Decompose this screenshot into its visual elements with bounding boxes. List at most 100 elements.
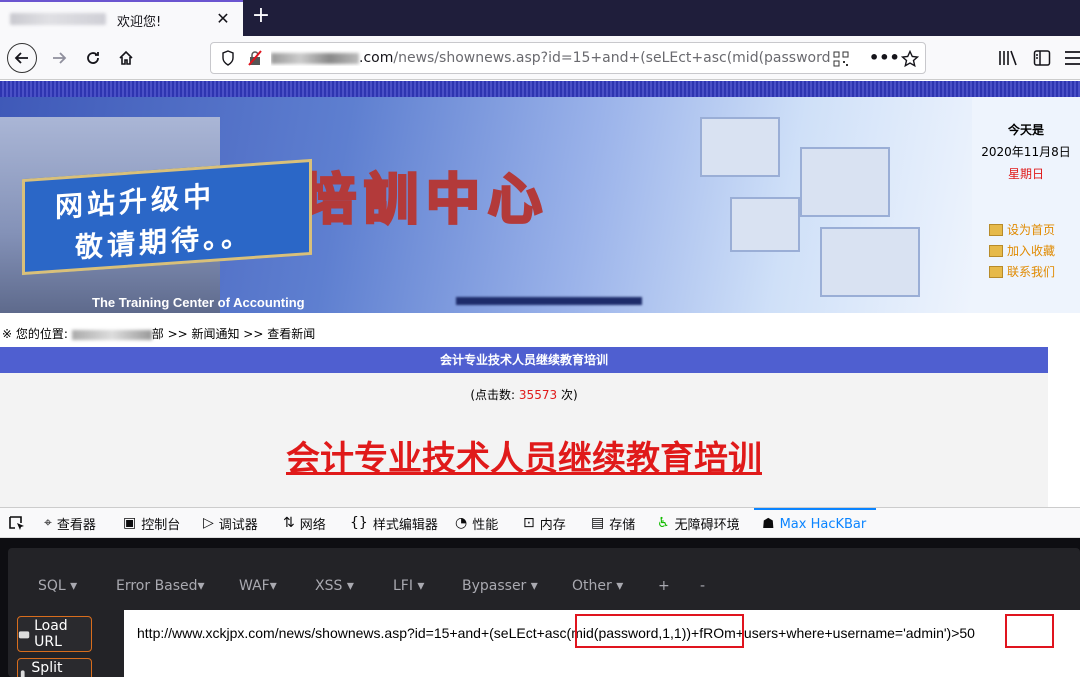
back-button[interactable] xyxy=(7,43,37,73)
date-sidebar: 今天是 2020年11月8日 星期日 设为首页 加入收藏 联系我们 xyxy=(972,97,1080,313)
devtools-tab-storage[interactable]: ▤ 存储 xyxy=(591,508,635,538)
devtools-tab-label: 性能 xyxy=(472,517,499,533)
breadcrumb-blurred xyxy=(71,329,152,340)
set-homepage-label: 设为首页 xyxy=(1007,223,1056,237)
top-stripe xyxy=(0,81,1080,97)
style-editor-icon: {} xyxy=(350,515,368,531)
devtools-tab-label: 样式编辑器 xyxy=(372,517,438,533)
home-page-icon xyxy=(989,223,1003,236)
contact-us-link[interactable]: 联系我们 xyxy=(989,263,1055,280)
home-button[interactable] xyxy=(111,43,141,73)
web-page: 会計培訓中心 网站升级中 敬请期待。。 The Training Center … xyxy=(0,81,1080,507)
performance-icon: ◔ xyxy=(455,515,468,531)
current-weekday: 星期日 xyxy=(1007,167,1044,181)
devtools-tab-accessibility[interactable]: ♿ 无障碍环境 xyxy=(657,508,740,538)
site-banner: 会計培訓中心 网站升级中 敬请期待。。 The Training Center … xyxy=(0,97,972,313)
click-count-value: 35573 xyxy=(518,388,558,402)
devtools-tab-style-editor[interactable]: {} 样式编辑器 xyxy=(350,508,438,538)
set-homepage-link[interactable]: 设为首页 xyxy=(989,221,1055,238)
menu-bypasser[interactable]: Bypasser ▾ xyxy=(462,578,538,594)
computer-image xyxy=(800,147,890,217)
qr-code-icon[interactable] xyxy=(833,51,849,67)
folder-icon xyxy=(989,244,1003,257)
back-arrow-icon xyxy=(14,52,28,64)
forward-button[interactable] xyxy=(44,43,74,73)
tab-title: 欢迎您! xyxy=(117,15,162,30)
app-menu-icon[interactable] xyxy=(1064,49,1080,67)
add-favorite-link[interactable]: 加入收藏 xyxy=(989,242,1055,259)
devtools-tab-label: 无障碍环境 xyxy=(674,517,740,533)
breadcrumb-prefix: ※ 您的位置: xyxy=(2,327,68,341)
click-count-prefix: (点击数: xyxy=(470,388,516,402)
reload-icon xyxy=(87,52,99,64)
add-favorite-label: 加入收藏 xyxy=(1007,244,1056,258)
devtools-tab-label: 内存 xyxy=(539,517,566,533)
click-count: (点击数: 35573 次) xyxy=(0,386,1048,403)
page-actions-menu-icon[interactable]: ••• xyxy=(869,48,900,67)
devtools-tab-label: 调试器 xyxy=(218,517,258,533)
load-icon xyxy=(18,631,30,639)
memory-icon: ⊡ xyxy=(523,515,535,531)
contact-icon xyxy=(989,265,1003,278)
menu-other[interactable]: Other ▾ xyxy=(572,578,623,594)
hackbar-url-input[interactable]: http://www.xckjpx.com/news/shownews.asp?… xyxy=(124,610,1080,677)
devtools-tab-performance[interactable]: ◔ 性能 xyxy=(455,508,498,538)
devtools-tab-network[interactable]: ⇅ 网络 xyxy=(283,508,326,538)
hackbar-panel: SQL ▾ Error Based▾ WAF▾ XSS ▾ LFI ▾ Bypa… xyxy=(0,538,1080,677)
devtools-tab-debugger[interactable]: ▷ 调试器 xyxy=(203,508,258,538)
devtools-tab-hackbar[interactable]: ☗ Max HacKBar xyxy=(754,508,876,538)
devtools-toolbar: ⌖ 查看器 ▣ 控制台 ▷ 调试器 ⇅ 网络 {} 样式编辑器 ◔ 性能 ⊡ 内存 ▤ 存储 ♿… xyxy=(0,507,1080,538)
accessibility-icon: ♿ xyxy=(657,515,670,531)
bookmark-star-icon[interactable] xyxy=(901,50,919,68)
split-icon xyxy=(20,670,25,677)
menu-waf[interactable]: WAF▾ xyxy=(239,578,277,594)
devtools-tab-memory[interactable]: ⊡ 内存 xyxy=(523,508,566,538)
contact-us-label: 联系我们 xyxy=(1007,265,1056,279)
url-text: .com/news/shownews.asp?id=15+and+(seLEct… xyxy=(271,50,841,66)
menu-add[interactable]: + xyxy=(658,578,670,594)
devtools-tab-label: 查看器 xyxy=(56,517,96,533)
url-domain-suffix: .com xyxy=(359,50,394,66)
forward-arrow-icon xyxy=(53,52,67,64)
home-icon xyxy=(119,50,133,65)
tab-favicon-blurred xyxy=(10,13,106,25)
element-picker-icon[interactable] xyxy=(8,515,26,531)
console-icon: ▣ xyxy=(123,515,137,531)
devtools-tab-label: 网络 xyxy=(299,517,326,533)
navigation-toolbar: .com/news/shownews.asp?id=15+and+(seLEct… xyxy=(0,36,1080,80)
menu-lfi[interactable]: LFI ▾ xyxy=(393,578,424,594)
library-icon[interactable] xyxy=(998,50,1018,66)
split-url-button[interactable]: Split URL xyxy=(17,658,92,677)
new-tab-button[interactable]: + xyxy=(250,3,272,28)
menu-sql[interactable]: SQL ▾ xyxy=(38,578,77,594)
breadcrumb-path: 部 >> 新闻通知 >> 查看新闻 xyxy=(151,327,316,341)
upgrade-notice-scroll: 网站升级中 敬请期待。。 xyxy=(22,158,312,276)
hackbar-url-value: http://www.xckjpx.com/news/shownews.asp?… xyxy=(137,625,975,641)
menu-remove[interactable]: - xyxy=(700,578,705,594)
reload-button[interactable] xyxy=(78,43,108,73)
insecure-lock-icon[interactable] xyxy=(247,50,263,66)
hackbar-icon: ☗ xyxy=(762,516,775,532)
network-icon: ⇅ xyxy=(283,515,295,531)
menu-xss[interactable]: XSS ▾ xyxy=(315,578,354,594)
shield-icon[interactable] xyxy=(221,50,235,66)
tab-strip: 欢迎您! ✕ + xyxy=(0,0,1080,36)
load-url-label: Load URL xyxy=(34,618,68,650)
storage-icon: ▤ xyxy=(591,515,605,531)
devtools-tab-label: 存储 xyxy=(609,517,636,533)
url-path: /news/shownews.asp?id=15+and+(seLEct+asc… xyxy=(393,50,831,66)
devtools-tab-inspector[interactable]: ⌖ 查看器 xyxy=(44,508,96,538)
sidebar-toggle-icon[interactable] xyxy=(1033,49,1051,67)
banner-blurred-text xyxy=(456,297,642,305)
browser-tab[interactable]: 欢迎您! ✕ xyxy=(0,0,243,36)
devtools-tab-label: 控制台 xyxy=(141,517,181,533)
banner-subtitle: The Training Center of Accounting xyxy=(92,295,305,310)
article-box: 会计专业技术人员继续教育培训 (点击数: 35573 次) 会计专业技术人员继续… xyxy=(0,347,1048,507)
tab-close-icon[interactable]: ✕ xyxy=(214,9,232,28)
devtools-tab-console[interactable]: ▣ 控制台 xyxy=(123,508,180,538)
devtools-tab-label: Max HacKBar xyxy=(779,516,867,532)
menu-error-based[interactable]: Error Based▾ xyxy=(116,578,205,594)
load-url-button[interactable]: Load URL xyxy=(17,616,92,652)
address-bar[interactable]: .com/news/shownews.asp?id=15+and+(seLEct… xyxy=(210,42,926,74)
article-title: 会计专业技术人员继续教育培训 xyxy=(286,439,762,479)
